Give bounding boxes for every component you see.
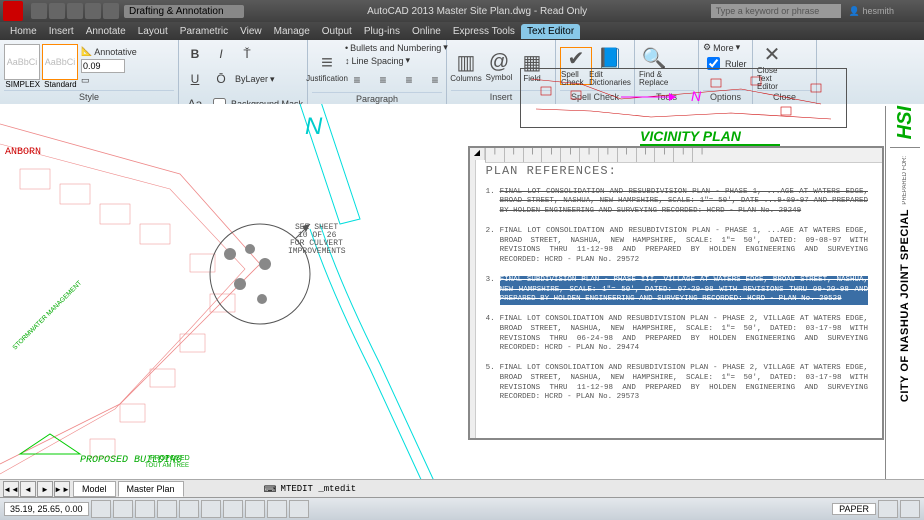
osnap-toggle[interactable] xyxy=(179,500,199,518)
menu-insert[interactable]: Insert xyxy=(43,24,80,39)
text-height-input[interactable] xyxy=(81,59,137,73)
plan-ref-item[interactable]: 3.FINAL SUBDIVISION PLAN - PHASE III, VI… xyxy=(486,276,872,305)
menu-plug-ins[interactable]: Plug-ins xyxy=(358,24,406,39)
menu-text-editor[interactable]: Text Editor xyxy=(521,24,580,39)
coordinates: 35.19, 25.65, 0.00 xyxy=(4,502,89,516)
ruler-corner: ◢ xyxy=(470,148,485,160)
align-justify-icon[interactable]: ≡ xyxy=(423,68,447,92)
linespacing-dropdown[interactable]: ↕ Line Spacing ▾ xyxy=(345,55,448,66)
plan-ref-item[interactable]: 2.FINAL LOT CONSOLIDATION AND RESUBDIVIS… xyxy=(486,227,872,266)
justification-button[interactable]: ≡Justification xyxy=(312,49,342,85)
tab-prev-button[interactable]: ◄ xyxy=(20,481,36,497)
columns-button[interactable]: ▥Columns xyxy=(451,48,481,84)
overline-button[interactable]: Ō xyxy=(209,67,233,91)
qat-new-icon[interactable] xyxy=(31,3,47,19)
tab-first-button[interactable]: ◄◄ xyxy=(3,481,19,497)
qat-redo-icon[interactable] xyxy=(103,3,119,19)
mask-button[interactable]: ▭ xyxy=(81,75,137,86)
titleblock-stamp: HSI PREPARED FOR: CITY OF NASHUA JOINT S… xyxy=(885,106,924,496)
menu-parametric[interactable]: Parametric xyxy=(174,24,234,39)
app-logo[interactable] xyxy=(3,1,23,21)
lwt-toggle[interactable] xyxy=(267,500,287,518)
north-arrow-n: N xyxy=(305,113,323,140)
panel-label: Style xyxy=(4,90,174,102)
drawing-canvas[interactable]: SEE SHEET 10 OF 26 FOR CULVERT IMPROVEME… xyxy=(0,104,924,498)
tab-next-button[interactable]: ► xyxy=(37,481,53,497)
panel-paragraph: ≡Justification • Bullets and Numbering ▾… xyxy=(308,40,447,104)
panel-style: AaBbCi AaBbCi SIMPLEXStandard 📐 Annotati… xyxy=(0,40,179,104)
align-center-icon[interactable]: ≡ xyxy=(371,68,395,92)
ortho-toggle[interactable] xyxy=(135,500,155,518)
panel-formatting: BIŤ UŌ ByLayer ▾ Aa Background Mask Form… xyxy=(179,40,308,104)
menu-layout[interactable]: Layout xyxy=(132,24,174,39)
user-label: 👤 hesmith xyxy=(849,6,894,17)
polar-toggle[interactable] xyxy=(157,500,177,518)
bold-button[interactable]: B xyxy=(183,42,207,66)
command-line[interactable]: ⌨ MTEDIT _mtedit xyxy=(264,484,361,495)
title-bar: Drafting & Annotation AutoCAD 2013 Maste… xyxy=(0,0,924,22)
italic-button[interactable]: I xyxy=(209,42,233,66)
menu-home[interactable]: Home xyxy=(4,24,43,39)
vicinity-title: VICINITY PLAN xyxy=(640,128,741,144)
svg-text:N: N xyxy=(691,88,702,104)
menu-view[interactable]: View xyxy=(234,24,268,39)
panel-label: Paragraph xyxy=(312,92,442,104)
te-header: PLAN REFERENCES: xyxy=(486,164,872,180)
tab-master-plan[interactable]: Master Plan xyxy=(118,481,184,497)
proposed-tree: TOUT AM TREE xyxy=(145,463,189,469)
qat-undo-icon[interactable] xyxy=(85,3,101,19)
snap-toggle[interactable] xyxy=(91,500,111,518)
workspace-dropdown[interactable]: Drafting & Annotation xyxy=(124,5,244,18)
proposed-text: PROPOSED xyxy=(150,455,190,462)
help-search-input[interactable]: Type a keyword or phrase xyxy=(711,4,841,18)
grid-toggle[interactable] xyxy=(113,500,133,518)
status-extra-2[interactable] xyxy=(900,500,920,518)
sheet-note-4: IMPROVEMENTS xyxy=(288,247,346,256)
ducs-toggle[interactable] xyxy=(223,500,243,518)
plan-ref-item[interactable]: 1.FINAL LOT CONSOLIDATION AND RESUBDIVIS… xyxy=(486,188,872,217)
tab-model[interactable]: Model xyxy=(73,481,116,497)
underline-button[interactable]: U xyxy=(183,67,207,91)
color-bylayer[interactable]: ByLayer xyxy=(235,74,268,84)
menu-manage[interactable]: Manage xyxy=(268,24,316,39)
quick-access-toolbar xyxy=(26,3,124,19)
otrack-toggle[interactable] xyxy=(201,500,221,518)
status-bar: 35.19, 25.65, 0.00 PAPER xyxy=(0,497,924,520)
menu-online[interactable]: Online xyxy=(406,24,447,39)
vicinity-plan: N xyxy=(520,68,847,128)
paper-model-toggle[interactable]: PAPER xyxy=(832,503,876,515)
street-anborn: ANBORN xyxy=(5,147,41,158)
tab-last-button[interactable]: ►► xyxy=(54,481,70,497)
annotative-toggle[interactable]: 📐 Annotative xyxy=(81,46,137,57)
status-extra-1[interactable] xyxy=(878,500,898,518)
ribbon-tabs: HomeInsertAnnotateLayoutParametricViewMa… xyxy=(0,22,924,40)
menu-express-tools[interactable]: Express Tools xyxy=(447,24,521,39)
style-swatch-1[interactable]: AaBbCi xyxy=(4,44,40,80)
qp-toggle[interactable] xyxy=(289,500,309,518)
symbol-button[interactable]: @Symbol xyxy=(484,48,514,84)
menu-annotate[interactable]: Annotate xyxy=(80,24,132,39)
bullets-dropdown[interactable]: • Bullets and Numbering ▾ xyxy=(345,42,448,53)
mtext-content[interactable]: PLAN REFERENCES: 1.FINAL LOT CONSOLIDATI… xyxy=(476,160,882,438)
font-dropdown[interactable]: Ť xyxy=(235,42,259,66)
align-left-icon[interactable]: ≡ xyxy=(345,68,369,92)
qat-save-icon[interactable] xyxy=(67,3,83,19)
dyn-toggle[interactable] xyxy=(245,500,265,518)
stormwater-label: STORMWATER MANAGEMENT xyxy=(11,280,83,352)
mtext-editor[interactable]: ◢ |||||||||||| PLAN REFERENCES: 1.FINAL … xyxy=(468,146,884,440)
window-title: AutoCAD 2013 Master Site Plan.dwg - Read… xyxy=(367,6,587,17)
align-right-icon[interactable]: ≡ xyxy=(397,68,421,92)
qat-open-icon[interactable] xyxy=(49,3,65,19)
more-dropdown[interactable]: ⚙ More ▾ xyxy=(703,42,740,53)
menu-output[interactable]: Output xyxy=(316,24,358,39)
style-swatch-2[interactable]: AaBbCi xyxy=(42,44,78,80)
plan-ref-item[interactable]: 4.FINAL LOT CONSOLIDATION AND RESUBDIVIS… xyxy=(486,315,872,354)
plan-ref-item[interactable]: 5.FINAL LOT CONSOLIDATION AND RESUBDIVIS… xyxy=(486,364,872,403)
layout-tabs: ◄◄ ◄ ► ►► Model Master Plan ⌨ MTEDIT _mt… xyxy=(0,479,924,498)
